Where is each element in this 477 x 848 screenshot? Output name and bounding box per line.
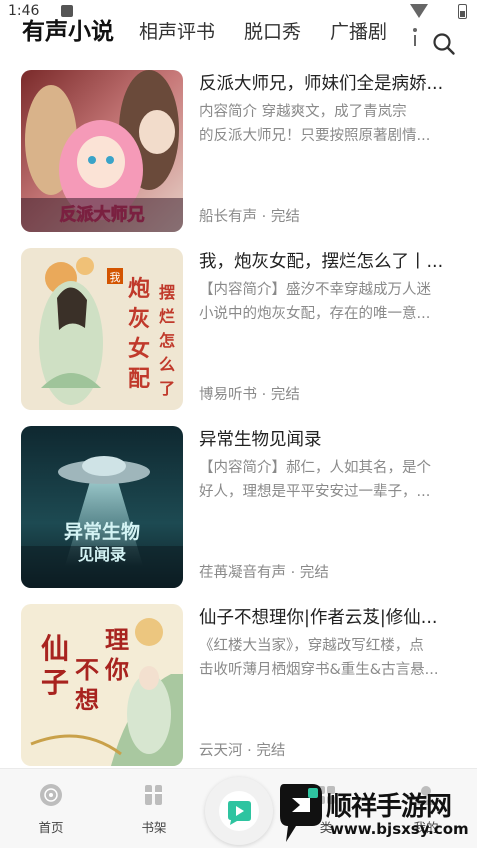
svg-text:子: 子 xyxy=(41,666,69,699)
book-meta: 博易听书 · 完结 xyxy=(199,387,300,403)
svg-text:了: 了 xyxy=(159,379,175,398)
more-tabs-icon[interactable] xyxy=(413,28,417,46)
list-item[interactable]: 反派大师兄 反派大师兄，师妹们全是病娇... 内容简介 穿越爽文，成了青岚宗 的… xyxy=(0,70,477,232)
svg-text:怎: 怎 xyxy=(159,331,175,350)
bookshelf-icon xyxy=(142,783,166,807)
search-icon[interactable] xyxy=(431,31,457,57)
description-line: 小说中的炮灰女配，存在的唯一意... xyxy=(199,306,431,322)
book-title: 反派大师兄，师妹们全是病娇... xyxy=(199,74,444,94)
tab-crosstalk[interactable]: 相声评书 xyxy=(139,10,215,54)
svg-text:炮: 炮 xyxy=(128,276,150,302)
nav-bookshelf-label: 书架 xyxy=(141,820,167,835)
svg-text:不: 不 xyxy=(75,655,99,684)
play-icon xyxy=(228,801,251,825)
book-description: 【内容简介】盛汐不幸穿越成万人迷 小说中的炮灰女配，存在的唯一意... xyxy=(199,278,457,326)
tab-talk-show[interactable]: 脱口秀 xyxy=(244,10,301,54)
svg-text:女: 女 xyxy=(128,336,150,362)
svg-text:我: 我 xyxy=(110,271,121,284)
description-line: 好人，理想是平平安安过一辈子，... xyxy=(199,484,431,500)
list-item[interactable]: 仙 子 不 想 理 你 仙子不想理你|作者云芨|修仙... 《红楼大当家》，穿越… xyxy=(0,604,477,766)
svg-text:你: 你 xyxy=(104,655,129,684)
svg-text:么: 么 xyxy=(159,355,175,374)
description-line: 内容简介 穿越爽文，成了青岚宗 xyxy=(199,104,407,120)
nav-home-label: 首页 xyxy=(38,820,64,835)
svg-text:灰: 灰 xyxy=(128,306,150,332)
nav-home[interactable]: 首页 xyxy=(21,783,81,836)
book-description: 《红楼大当家》，穿越改写红楼，点 击收听薄月栖烟穿书&重生&古言悬... xyxy=(199,634,457,682)
watermark-url: www.bjsxsy.com xyxy=(330,820,469,838)
svg-text:仙: 仙 xyxy=(41,632,69,665)
svg-text:理: 理 xyxy=(105,625,129,654)
disc-icon xyxy=(39,783,63,807)
list-item[interactable]: 异常生物 见闻录 异常生物见闻录 【内容简介】郝仁，人如其名，是个 好人，理想是… xyxy=(0,426,477,588)
book-meta: 云天河 · 完结 xyxy=(199,743,286,759)
svg-text:见闻录: 见闻录 xyxy=(78,545,126,564)
description-line: 《红楼大当家》，穿越改写红楼，点 xyxy=(199,638,424,654)
site-watermark: 顺祥手游网 www.bjsxsy.com xyxy=(274,778,477,848)
cover-text: 反派大师兄 xyxy=(60,204,145,225)
description-line: 的反派大师兄！只要按照原著剧情... xyxy=(199,128,431,144)
book-cover[interactable]: 反派大师兄 xyxy=(21,70,183,232)
book-meta: 荏苒凝音有声 · 完结 xyxy=(199,565,329,581)
player-inner xyxy=(219,791,259,831)
svg-text:配: 配 xyxy=(128,366,150,392)
book-description: 【内容简介】郝仁，人如其名，是个 好人，理想是平平安安过一辈子，... xyxy=(199,456,457,504)
book-meta: 船长有声 · 完结 xyxy=(199,209,300,225)
svg-text:摆: 摆 xyxy=(159,283,175,302)
list-item[interactable]: 炮 灰 女 配 摆 烂 怎 么 了 我 我，炮灰女配，摆烂怎么了丨... 【内容… xyxy=(0,248,477,410)
svg-text:想: 想 xyxy=(75,685,99,714)
tab-audio-novel[interactable]: 有声小说 xyxy=(22,10,114,54)
watermark-name: 顺祥手游网 xyxy=(326,792,452,822)
player-button[interactable] xyxy=(205,777,273,845)
tab-radio-drama[interactable]: 广播剧 xyxy=(330,10,387,54)
svg-text:异常生物: 异常生物 xyxy=(64,520,140,543)
book-cover[interactable]: 仙 子 不 想 理 你 xyxy=(21,604,183,766)
book-cover[interactable]: 炮 灰 女 配 摆 烂 怎 么 了 我 xyxy=(21,248,183,410)
book-description: 内容简介 穿越爽文，成了青岚宗 的反派大师兄！只要按照原著剧情... xyxy=(199,100,457,148)
book-title: 我，炮灰女配，摆烂怎么了丨... xyxy=(199,252,444,272)
svg-text:烂: 烂 xyxy=(159,307,175,326)
book-title: 仙子不想理你|作者云芨|修仙... xyxy=(199,608,438,628)
category-tabs: 有声小说 相声评书 脱口秀 广播剧 xyxy=(0,10,477,57)
book-title: 异常生物见闻录 xyxy=(199,430,322,450)
watermark-logo-icon xyxy=(278,782,324,844)
description-line: 击收听薄月栖烟穿书&重生&古言悬... xyxy=(199,662,439,678)
book-cover[interactable]: 异常生物 见闻录 xyxy=(21,426,183,588)
description-line: 【内容简介】盛汐不幸穿越成万人迷 xyxy=(199,282,431,298)
description-line: 【内容简介】郝仁，人如其名，是个 xyxy=(199,460,431,476)
nav-bookshelf[interactable]: 书架 xyxy=(124,783,184,836)
